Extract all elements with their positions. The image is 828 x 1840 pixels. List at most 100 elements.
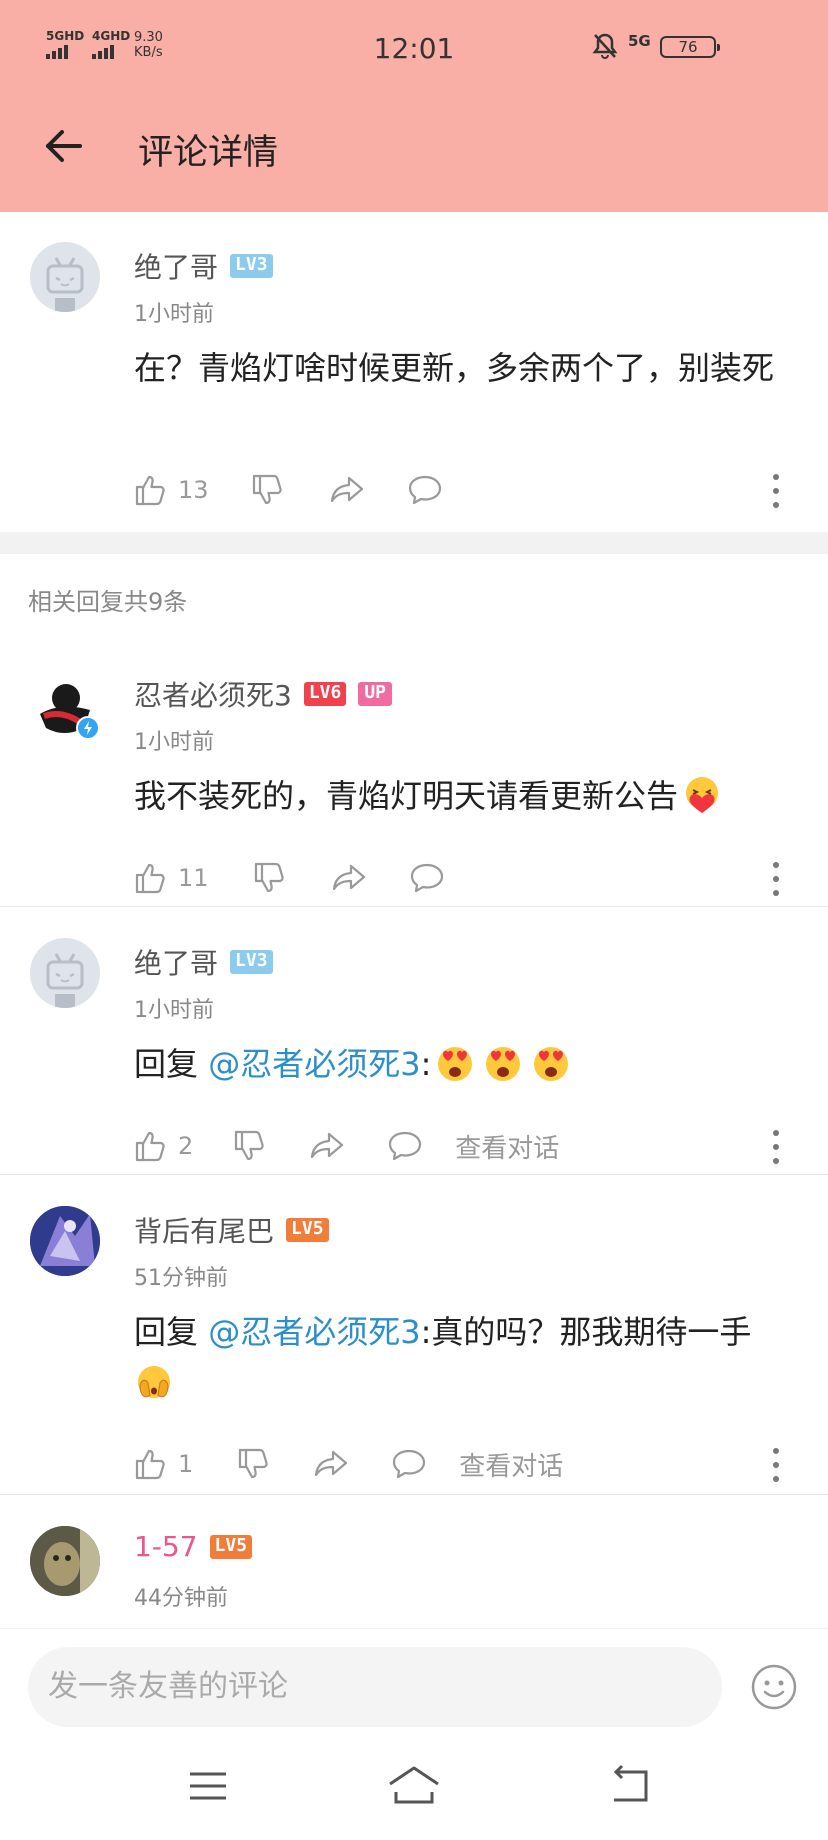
reply-count: 相关回复共9条 xyxy=(28,588,188,616)
avatar[interactable] xyxy=(30,938,100,1008)
comment-text: 我不装死的，青焰灯明天请看更新公告 xyxy=(134,770,798,822)
like-count: 13 xyxy=(178,476,209,504)
level-badge: LV5 xyxy=(209,1534,253,1559)
back-nav-icon[interactable] xyxy=(606,1762,654,1810)
status-bar: 5GHD 4GHD 9.30 KB/s 12:01 5G 76 xyxy=(0,0,828,100)
share-icon xyxy=(311,1132,344,1159)
username-row: 1-57 LV5 xyxy=(134,1530,253,1563)
thumbs-down-icon xyxy=(239,1448,268,1479)
username[interactable]: 忍者必须死3 xyxy=(134,674,292,714)
username[interactable]: 绝了哥 xyxy=(134,942,218,982)
up-badge: UP xyxy=(358,682,393,706)
share-icon xyxy=(315,1450,348,1477)
like-count: 11 xyxy=(178,864,209,892)
more-menu-icon[interactable] xyxy=(772,1448,780,1482)
comment-actions: 13 xyxy=(134,470,443,510)
thumbs-down-icon xyxy=(254,862,284,893)
heart-eyes-emoji-icon xyxy=(483,1043,523,1083)
thumbs-down-icon xyxy=(252,474,282,505)
comment-bubble-icon xyxy=(389,1131,422,1161)
thumbs-down-icon xyxy=(235,1130,264,1161)
thumbs-up-icon xyxy=(135,1131,165,1162)
more-menu-icon[interactable] xyxy=(772,474,780,508)
battery-indicator: 76 xyxy=(660,36,720,58)
avatar[interactable] xyxy=(30,670,100,740)
avatar[interactable] xyxy=(30,1526,100,1596)
level-badge: LV6 xyxy=(303,682,347,706)
comment-time: 51分钟前 xyxy=(134,1266,228,1291)
comment-time: 1小时前 xyxy=(134,730,214,755)
section-divider xyxy=(0,532,828,554)
view-conversation-link[interactable]: 查看对话 xyxy=(455,1128,559,1165)
back-arrow-icon[interactable] xyxy=(44,126,84,166)
comment-body: 我不装死的，青焰灯明天请看更新公告 xyxy=(134,777,679,815)
reply-button[interactable] xyxy=(407,473,443,507)
level-badge: LV3 xyxy=(230,950,273,974)
username-row: 绝了哥 LV3 xyxy=(134,246,273,286)
dislike-button[interactable] xyxy=(233,1129,267,1163)
home-icon[interactable] xyxy=(386,1762,442,1810)
mute-bell-icon xyxy=(592,32,618,64)
comment-bubble-icon xyxy=(393,1449,426,1479)
page-title: 评论详情 xyxy=(138,133,279,173)
username-row: 绝了哥 LV3 xyxy=(134,942,273,982)
reply-button[interactable] xyxy=(391,1447,427,1481)
comment-actions: 1 查看对话 xyxy=(134,1444,563,1484)
comment-actions: 2 查看对话 xyxy=(134,1126,559,1166)
level-badge: LV5 xyxy=(286,1218,329,1242)
like-button[interactable]: 2 xyxy=(134,1129,193,1163)
more-menu-icon[interactable] xyxy=(772,862,780,896)
thumbs-up-icon xyxy=(135,863,165,894)
like-count: 1 xyxy=(178,1450,194,1478)
comment-text: 回复 @忍者必须死3: xyxy=(134,1038,798,1090)
heart-eyes-emoji-icon xyxy=(531,1043,571,1083)
like-button[interactable]: 13 xyxy=(134,473,209,507)
comment-body: : xyxy=(420,1045,432,1083)
share-icon xyxy=(330,476,363,503)
system-nav-bar xyxy=(0,1740,828,1840)
comment-time: 1小时前 xyxy=(134,998,214,1023)
thumbs-up-icon xyxy=(135,475,165,506)
mention-link[interactable]: @忍者必须死3 xyxy=(208,1313,420,1351)
thumbs-up-icon xyxy=(135,1449,165,1480)
hug-heart-emoji-icon xyxy=(682,775,722,815)
reply-button[interactable] xyxy=(409,861,445,895)
like-button[interactable]: 11 xyxy=(134,861,209,895)
mention-link[interactable]: @忍者必须死3 xyxy=(208,1045,420,1083)
avatar[interactable] xyxy=(30,1206,100,1276)
dislike-button[interactable] xyxy=(253,861,287,895)
comment-text: 在？青焰灯啥时候更新，多余两个了，别装死 xyxy=(134,349,775,387)
share-button[interactable] xyxy=(329,473,365,507)
share-button[interactable] xyxy=(309,1129,345,1163)
menu-icon[interactable] xyxy=(184,1762,232,1810)
comment-bubble-icon xyxy=(410,863,443,893)
reply-prefix: 回复 xyxy=(134,1045,199,1083)
reply-button[interactable] xyxy=(387,1129,423,1163)
comment-text: 回复 @忍者必须死3:真的吗？那我期待一手 xyxy=(134,1306,798,1410)
heart-eyes-emoji-icon xyxy=(435,1043,475,1083)
comment-actions: 11 xyxy=(134,858,445,898)
comment-input[interactable]: 发一条友善的评论 xyxy=(28,1647,722,1727)
reply-item: 1-57 LV5 44分钟前 xyxy=(0,1496,828,1628)
username[interactable]: 背后有尾巴 xyxy=(134,1210,274,1250)
view-conversation-link[interactable]: 查看对话 xyxy=(459,1446,563,1483)
share-button[interactable] xyxy=(331,861,367,895)
comment-body: :真的吗？那我期待一手 xyxy=(420,1313,752,1351)
emoji-picker-icon[interactable] xyxy=(750,1663,798,1711)
share-button[interactable] xyxy=(313,1447,349,1481)
avatar[interactable] xyxy=(30,242,100,312)
face-with-hands-emoji-icon xyxy=(134,1363,174,1403)
comment-time: 44分钟前 xyxy=(134,1586,228,1611)
comment-time: 1小时前 xyxy=(134,302,214,327)
username[interactable]: 1-57 xyxy=(134,1530,198,1563)
dislike-button[interactable] xyxy=(237,1447,271,1481)
like-button[interactable]: 1 xyxy=(134,1447,193,1481)
level-badge: LV3 xyxy=(230,254,273,278)
more-menu-icon[interactable] xyxy=(772,1130,780,1164)
network-type: 5G xyxy=(628,32,651,50)
username[interactable]: 绝了哥 xyxy=(134,246,218,286)
header-background: 5GHD 4GHD 9.30 KB/s 12:01 5G 76 xyxy=(0,0,828,212)
username-row: 忍者必须死3 LV6 UP xyxy=(134,674,393,714)
dislike-button[interactable] xyxy=(251,473,285,507)
divider xyxy=(0,906,828,907)
